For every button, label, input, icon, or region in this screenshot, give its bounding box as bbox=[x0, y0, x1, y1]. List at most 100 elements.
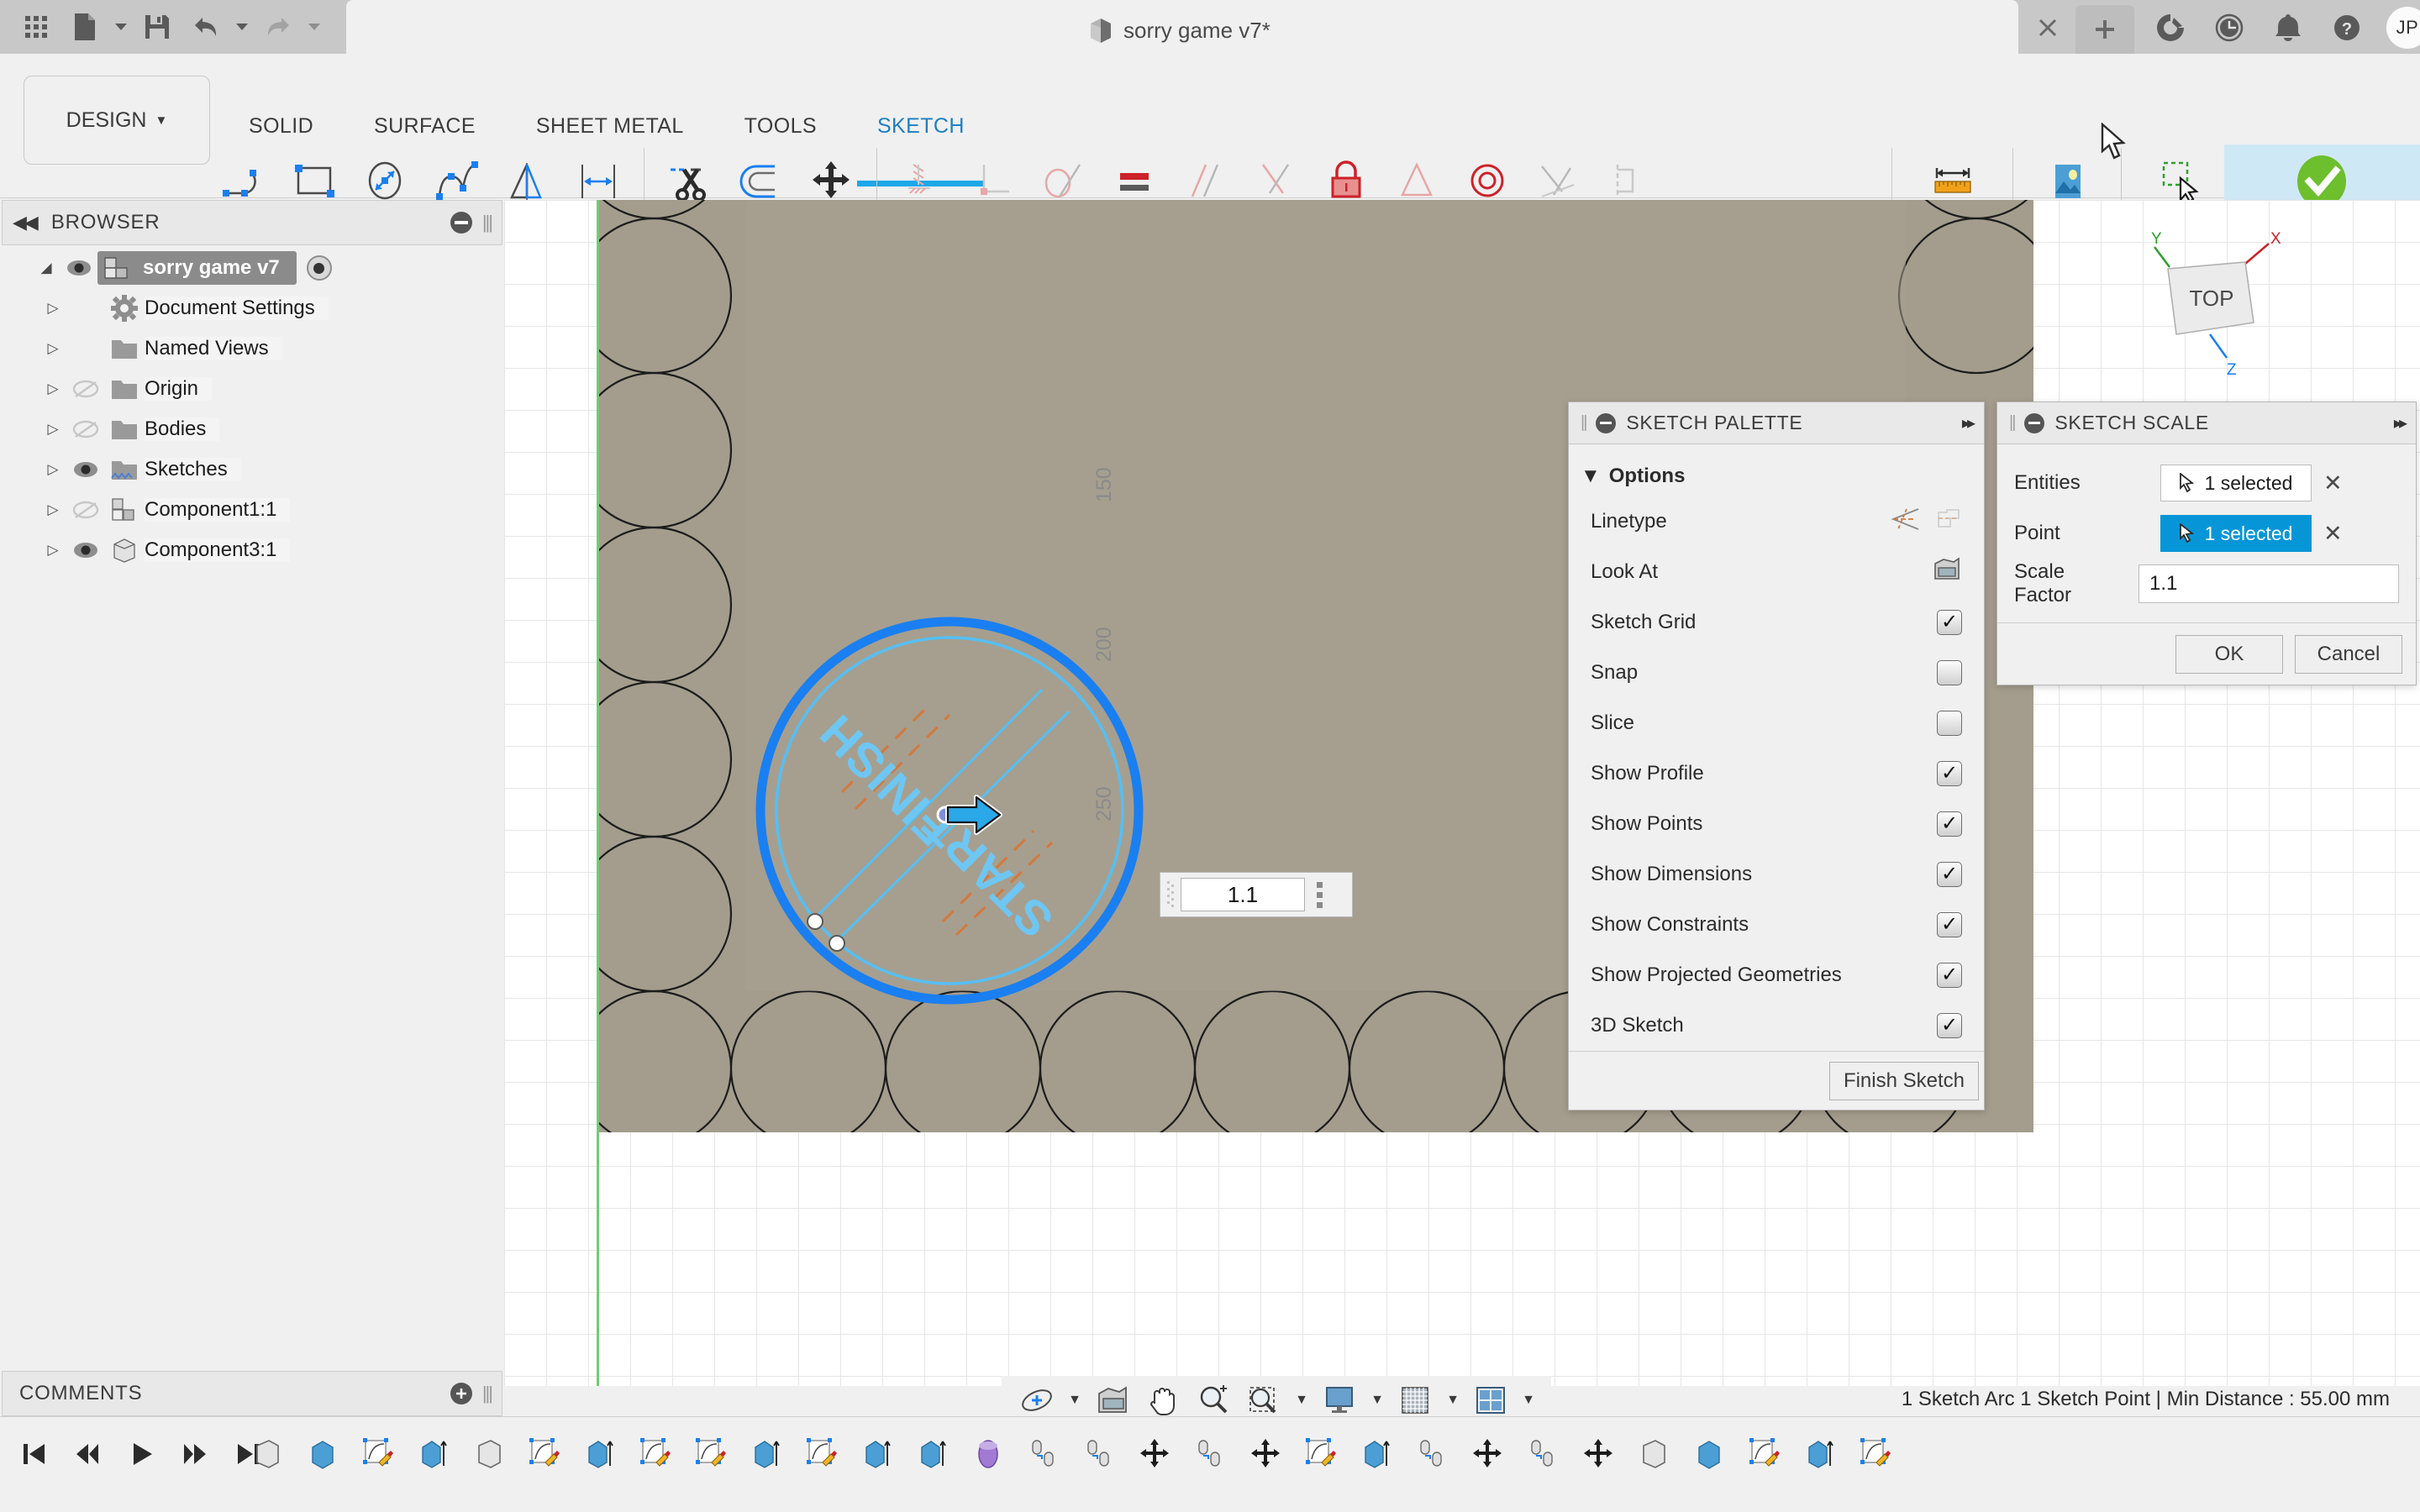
show-points-checkbox[interactable]: ✓ bbox=[1937, 811, 1962, 837]
timeline-item[interactable] bbox=[743, 1429, 790, 1479]
play-icon[interactable] bbox=[118, 1431, 165, 1478]
selected-sketch-arc[interactable]: FINISH START bbox=[748, 609, 1151, 1012]
minimize-icon[interactable] bbox=[1596, 412, 1617, 433]
workspace-switcher-button[interactable]: DESIGN ▼ bbox=[24, 76, 210, 165]
row-snap[interactable]: Snap bbox=[1569, 648, 1984, 698]
expand-arrow-icon[interactable]: ▷ bbox=[39, 300, 67, 317]
expand-arrow-icon[interactable]: ▷ bbox=[39, 381, 67, 397]
timeline-item-sketch[interactable] bbox=[1297, 1429, 1344, 1479]
row-show-dimensions[interactable]: Show Dimensions ✓ bbox=[1569, 849, 1984, 900]
timeline-item[interactable] bbox=[466, 1429, 513, 1479]
entities-selection-button[interactable]: 1 selected bbox=[2160, 465, 2312, 501]
timeline-item-sketch[interactable] bbox=[521, 1429, 568, 1479]
expand-arrow-icon[interactable]: ▷ bbox=[39, 501, 67, 518]
ok-button[interactable]: OK bbox=[2175, 634, 2283, 674]
timeline-item[interactable] bbox=[1353, 1429, 1400, 1479]
expand-arrow-icon[interactable]: ▷ bbox=[39, 340, 67, 357]
timeline-item-joint[interactable] bbox=[1408, 1429, 1455, 1479]
collapse-browser-icon[interactable]: ◀◀ bbox=[13, 212, 39, 234]
visibility-eye-off-icon[interactable] bbox=[67, 501, 104, 519]
activate-component-radio[interactable] bbox=[306, 255, 332, 281]
expand-panel-icon[interactable]: ▸▸ bbox=[2394, 412, 2407, 433]
tree-item-document-settings[interactable]: ▷ Document Settings bbox=[0, 288, 513, 328]
avatar[interactable]: JP bbox=[2386, 7, 2420, 49]
tree-item-component1[interactable]: ▷ Component1:1 bbox=[0, 490, 513, 530]
redo-icon[interactable] bbox=[254, 6, 302, 48]
row-3d-sketch[interactable]: 3D Sketch ✓ bbox=[1569, 1000, 1984, 1051]
save-icon[interactable] bbox=[133, 6, 182, 48]
timeline-item[interactable] bbox=[299, 1429, 346, 1479]
drag-grip-icon[interactable]: || bbox=[2009, 413, 2017, 433]
viewport-canvas[interactable]: 150 200 250 FINISH START Y X Z TOP bbox=[504, 200, 2420, 1386]
expand-arrow-icon[interactable]: ▷ bbox=[39, 461, 67, 478]
timeline-item-move[interactable] bbox=[1242, 1429, 1289, 1479]
look-at-icon[interactable] bbox=[1932, 557, 1962, 588]
notifications-bell-icon[interactable] bbox=[2269, 8, 2307, 47]
timeline-item-joint[interactable] bbox=[1519, 1429, 1566, 1479]
timeline-item-sketch-active[interactable] bbox=[1852, 1429, 1899, 1479]
timeline-item[interactable] bbox=[854, 1429, 901, 1479]
snap-checkbox[interactable] bbox=[1937, 660, 1962, 685]
options-section-header[interactable]: ▼ Options bbox=[1569, 456, 1984, 496]
timeline-item-sketch[interactable] bbox=[355, 1429, 402, 1479]
clear-entities-icon[interactable]: ✕ bbox=[2323, 471, 2343, 495]
sketch-palette-header[interactable]: || SKETCH PALETTE ▸▸ bbox=[1569, 402, 1984, 444]
new-file-icon[interactable] bbox=[60, 6, 109, 48]
show-profile-checkbox[interactable]: ✓ bbox=[1937, 761, 1962, 786]
timeline-item-sketch[interactable] bbox=[1741, 1429, 1788, 1479]
timeline-item[interactable] bbox=[1686, 1429, 1733, 1479]
timeline-item[interactable] bbox=[1630, 1429, 1677, 1479]
tree-item-component3[interactable]: ▷ Component3:1 bbox=[0, 530, 513, 570]
undo-caret-icon[interactable] bbox=[230, 6, 254, 48]
timeline-item[interactable] bbox=[244, 1429, 291, 1479]
minimize-browser-icon[interactable] bbox=[450, 212, 472, 234]
sketch-grid-checkbox[interactable]: ✓ bbox=[1937, 610, 1962, 635]
expand-arrow-icon[interactable]: ▷ bbox=[39, 542, 67, 559]
new-file-caret-icon[interactable] bbox=[109, 6, 133, 48]
timeline-item[interactable] bbox=[1797, 1429, 1844, 1479]
expand-arrow-icon[interactable]: ◢ bbox=[32, 260, 60, 276]
redo-caret-icon[interactable] bbox=[302, 6, 326, 48]
history-clock-icon[interactable] bbox=[2210, 8, 2249, 47]
visibility-eye-off-icon[interactable] bbox=[67, 380, 104, 398]
row-slice[interactable]: Slice bbox=[1569, 698, 1984, 748]
timeline-item-revolve[interactable] bbox=[965, 1429, 1012, 1479]
tab-surface[interactable]: SURFACE bbox=[344, 109, 506, 143]
slice-checkbox[interactable] bbox=[1937, 711, 1962, 736]
sketch-scale-dialog[interactable]: || SKETCH SCALE ▸▸ Entities 1 selected ✕… bbox=[1996, 402, 2417, 685]
cancel-button[interactable]: Cancel bbox=[2295, 634, 2402, 674]
row-show-points[interactable]: Show Points ✓ bbox=[1569, 799, 1984, 849]
row-sketch-grid[interactable]: Sketch Grid ✓ bbox=[1569, 597, 1984, 648]
inline-scale-input-popup[interactable] bbox=[1160, 872, 1353, 917]
tree-item-origin[interactable]: ▷ Origin bbox=[0, 369, 513, 409]
tab-tools[interactable]: TOOLS bbox=[714, 109, 847, 143]
inline-options-kebab-icon[interactable] bbox=[1305, 881, 1334, 908]
sketch-palette[interactable]: || SKETCH PALETTE ▸▸ ▼ Options Linetype bbox=[1568, 402, 1985, 1110]
tree-item-sketches[interactable]: ▷ Sketches bbox=[0, 449, 513, 490]
tree-item-named-views[interactable]: ▷ Named Views bbox=[0, 328, 513, 369]
visibility-eye-icon[interactable] bbox=[67, 541, 104, 559]
expand-arrow-icon[interactable]: ▷ bbox=[39, 421, 67, 438]
app-grid-icon[interactable] bbox=[12, 6, 60, 48]
inline-scale-input[interactable] bbox=[1181, 878, 1305, 911]
drag-grip-icon[interactable] bbox=[1160, 873, 1181, 916]
extensions-icon[interactable] bbox=[2151, 8, 2190, 47]
row-linetype[interactable]: Linetype bbox=[1569, 496, 1984, 547]
timeline-item-sketch[interactable] bbox=[632, 1429, 679, 1479]
view-cube[interactable]: Y X Z TOP bbox=[2143, 225, 2336, 393]
finish-sketch-button[interactable]: Finish Sketch bbox=[1828, 1061, 1979, 1100]
linetype-centerline-icon[interactable] bbox=[1890, 507, 1920, 537]
visibility-eye-icon[interactable] bbox=[60, 259, 97, 277]
show-dimensions-checkbox[interactable]: ✓ bbox=[1937, 862, 1962, 887]
tree-item-bodies[interactable]: ▷ Bodies bbox=[0, 409, 513, 449]
timeline-item-joint[interactable] bbox=[1020, 1429, 1067, 1479]
help-icon[interactable]: ? bbox=[2328, 8, 2366, 47]
timeline-item-joint[interactable] bbox=[1186, 1429, 1234, 1479]
drag-grip-icon[interactable]: || bbox=[1581, 413, 1588, 433]
row-show-projected-geometries[interactable]: Show Projected Geometries ✓ bbox=[1569, 950, 1984, 1000]
timeline-item-move[interactable] bbox=[1575, 1429, 1622, 1479]
close-tab-button[interactable] bbox=[2033, 13, 2062, 42]
tree-item-sorry-game-v7[interactable]: ◢ sorry game v7 bbox=[0, 248, 513, 288]
timeline-item-move[interactable] bbox=[1464, 1429, 1511, 1479]
visibility-eye-off-icon[interactable] bbox=[67, 420, 104, 438]
